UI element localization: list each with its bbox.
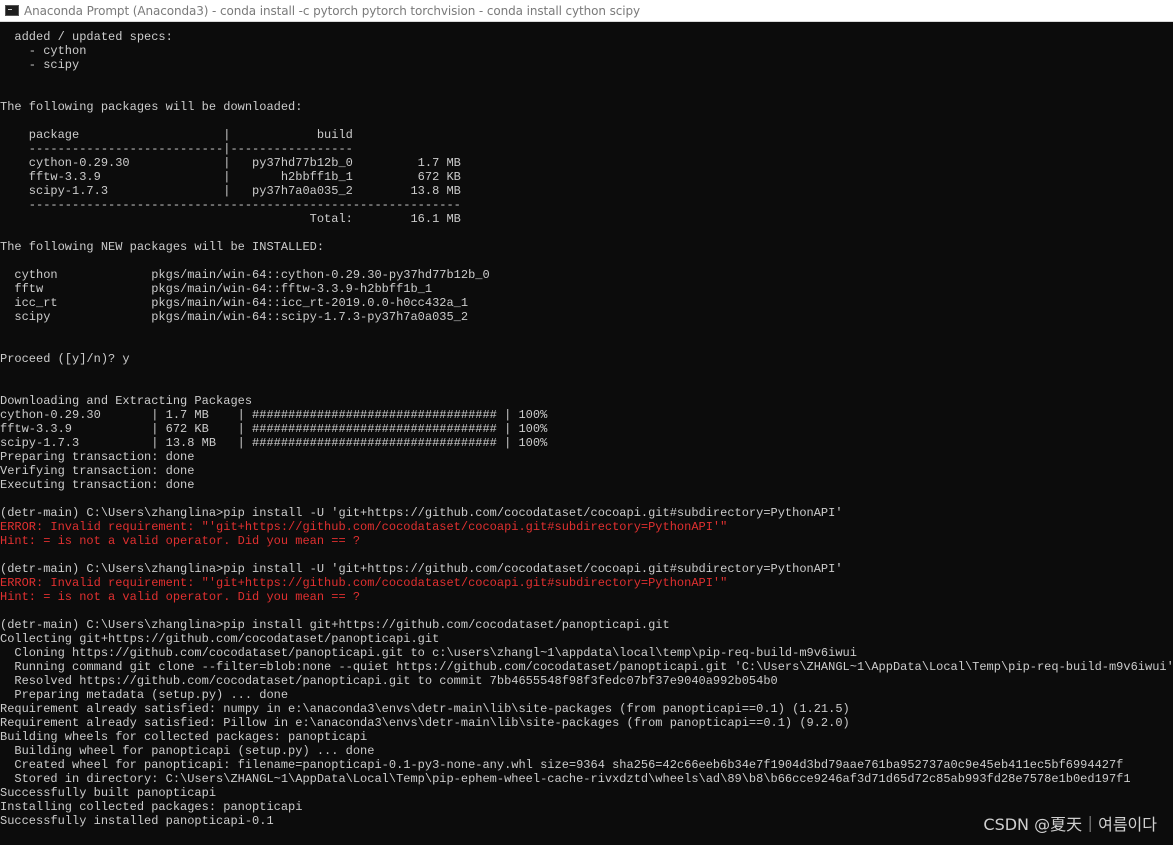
console-line: Cloning https://github.com/cocodataset/p… — [0, 646, 857, 660]
console-line: cython-0.29.30 | 1.7 MB | ##############… — [0, 408, 548, 422]
console-error-line: Hint: = is not a valid operator. Did you… — [0, 534, 361, 548]
console-line: scipy-1.7.3 | 13.8 MB | ################… — [0, 436, 548, 450]
console-line: (detr-main) C:\Users\zhanglina>pip insta… — [0, 618, 670, 632]
watermark: CSDN @夏天｜여름이다 — [983, 815, 1157, 834]
title-bar[interactable]: Anaconda Prompt (Anaconda3) - conda inst… — [0, 0, 1173, 22]
console-line: Running command git clone --filter=blob:… — [0, 660, 1173, 674]
console-line: fftw-3.3.9 | 672 KB | ##################… — [0, 422, 548, 436]
console-output[interactable]: added / updated specs: - cython - scipy T… — [0, 30, 1173, 845]
terminal-window: Anaconda Prompt (Anaconda3) - conda inst… — [0, 0, 1173, 845]
console-line: added / updated specs: — [0, 30, 173, 44]
console-line: Preparing metadata (setup.py) ... done — [0, 688, 289, 702]
console-line: Created wheel for panopticapi: filename=… — [0, 758, 1124, 772]
console-line: icc_rt pkgs/main/win-64::icc_rt-2019.0.0… — [0, 296, 469, 310]
console-line: Requirement already satisfied: numpy in … — [0, 702, 850, 716]
console-line: Verifying transaction: done — [0, 464, 195, 478]
console-line: Building wheel for panopticapi (setup.py… — [0, 744, 375, 758]
console-line: scipy-1.7.3 | py37h7a0a035_2 13.8 MB — [0, 184, 461, 198]
window-title: Anaconda Prompt (Anaconda3) - conda inst… — [24, 3, 640, 18]
console-line: cython pkgs/main/win-64::cython-0.29.30-… — [0, 268, 490, 282]
console-line: cython-0.29.30 | py37hd77b12b_0 1.7 MB — [0, 156, 461, 170]
console-line: Collecting git+https://github.com/cocoda… — [0, 632, 440, 646]
console-line: fftw pkgs/main/win-64::fftw-3.3.9-h2bbff… — [0, 282, 433, 296]
console-error-line: Hint: = is not a valid operator. Did you… — [0, 590, 361, 604]
console-line: The following NEW packages will be INSTA… — [0, 240, 325, 254]
console-error-line: ERROR: Invalid requirement: "'git+https:… — [0, 576, 728, 590]
console-line: Resolved https://github.com/cocodataset/… — [0, 674, 778, 688]
console-line: Building wheels for collected packages: … — [0, 730, 368, 744]
console-line: scipy pkgs/main/win-64::scipy-1.7.3-py37… — [0, 310, 469, 324]
console-line: - scipy — [0, 58, 80, 72]
console-line: Preparing transaction: done — [0, 450, 195, 464]
console-line: Proceed ([y]/n)? y — [0, 352, 130, 366]
console-line: Total: 16.1 MB — [0, 212, 461, 226]
console-error-line: ERROR: Invalid requirement: "'git+https:… — [0, 520, 728, 534]
console-line: fftw-3.3.9 | h2bbff1b_1 672 KB — [0, 170, 461, 184]
console-line: Executing transaction: done — [0, 478, 195, 492]
console-line: - cython — [0, 44, 87, 58]
console-line: ---------------------------|------------… — [0, 142, 353, 156]
console-line: (detr-main) C:\Users\zhanglina>pip insta… — [0, 506, 843, 520]
console-line: Requirement already satisfied: Pillow in… — [0, 716, 850, 730]
console-app-icon — [5, 5, 19, 16]
console-line: Stored in directory: C:\Users\ZHANGL~1\A… — [0, 772, 1131, 786]
console-line: The following packages will be downloade… — [0, 100, 303, 114]
console-line: package | build — [0, 128, 353, 142]
console-line: Successfully built panopticapi — [0, 786, 217, 800]
console-line: ----------------------------------------… — [0, 198, 461, 212]
console-line: (detr-main) C:\Users\zhanglina>pip insta… — [0, 562, 843, 576]
console-line: Downloading and Extracting Packages — [0, 394, 253, 408]
